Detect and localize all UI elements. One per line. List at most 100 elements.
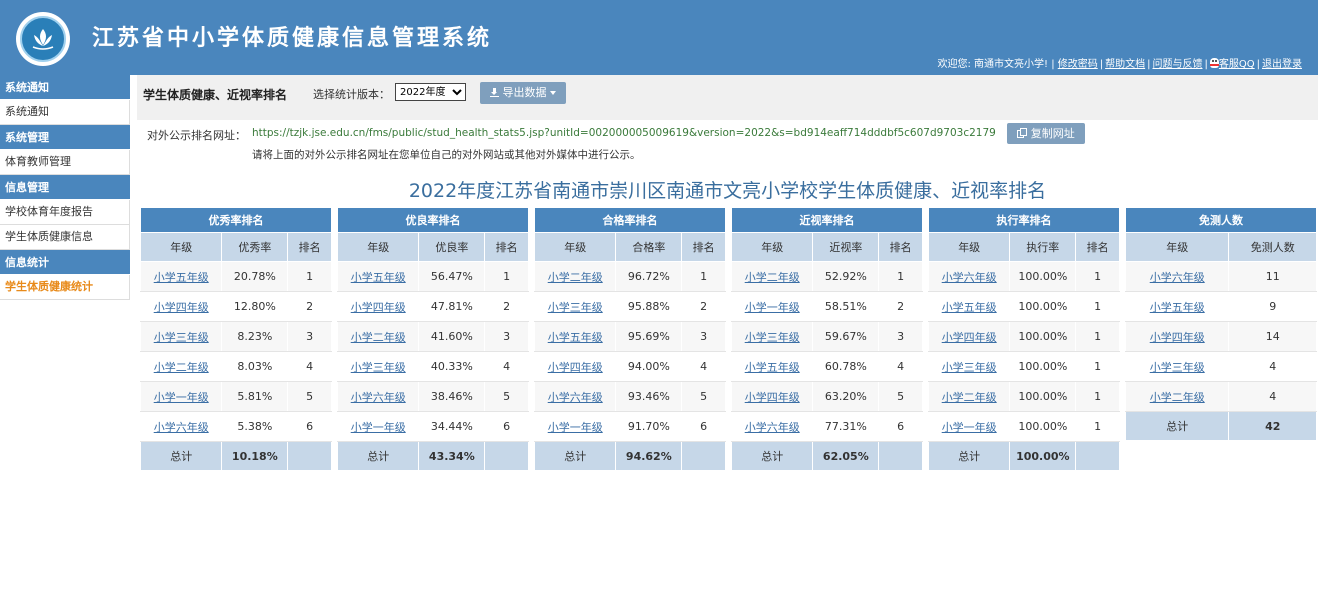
rank-value: 4 xyxy=(484,351,529,382)
count-value: 4 xyxy=(1228,381,1317,412)
rank-value: 4 xyxy=(878,351,923,382)
grade-link[interactable]: 小学四年级 xyxy=(533,351,617,382)
grade-link[interactable]: 小学五年级 xyxy=(1124,291,1230,322)
grade-link[interactable]: 小学二年级 xyxy=(1124,381,1230,412)
version-label: 选择统计版本： xyxy=(313,88,390,101)
report-title: 2022年度江苏省南通市崇川区南通市文亮小学校学生体质健康、近视率排名 xyxy=(408,180,1047,202)
sidebar-item-annual-report[interactable]: 学校体育年度报告 xyxy=(0,200,130,225)
grade-link[interactable]: 小学五年级 xyxy=(927,291,1011,322)
table-row: 小学二年级 96.72% 1 xyxy=(533,261,726,292)
rank-value: 6 xyxy=(878,411,923,442)
sidebar-item-notice[interactable]: 系统通知 xyxy=(0,100,130,125)
qq-service-link[interactable]: 客服QQ xyxy=(1219,59,1255,70)
sidebar-section-info[interactable]: 信息管理 xyxy=(0,175,130,200)
table-row: 小学二年级 4 xyxy=(1124,381,1317,412)
change-password-link[interactable]: 修改密码 xyxy=(1058,59,1098,70)
sidebar-item-pe-teachers[interactable]: 体育教师管理 xyxy=(0,150,130,175)
rank-value: 1 xyxy=(484,261,529,292)
total-rank xyxy=(484,441,529,471)
grade-link[interactable]: 小学三年级 xyxy=(927,351,1011,382)
table-row: 小学一年级 58.51% 2 xyxy=(730,291,923,322)
table-row: 小学六年级 38.46% 5 xyxy=(336,381,529,412)
grade-link[interactable]: 小学六年级 xyxy=(139,411,223,442)
table-row: 小学六年级 100.00% 1 xyxy=(927,261,1120,292)
rank-value: 6 xyxy=(681,411,726,442)
grade-link[interactable]: 小学二年级 xyxy=(336,321,420,352)
grade-link[interactable]: 小学六年级 xyxy=(1124,261,1230,292)
table-row: 小学六年级 11 xyxy=(1124,261,1317,292)
user-bar: 欢迎您: 南通市文亮小学! | 修改密码 | 帮助文档 | 问题与反馈 | 客服QQ | 退出登… xyxy=(937,58,1302,70)
logout-link[interactable]: 退出登录 xyxy=(1262,59,1302,70)
table-row: 小学三年级 4 xyxy=(1124,351,1317,382)
grade-link[interactable]: 小学一年级 xyxy=(139,381,223,412)
rank-value: 2 xyxy=(287,291,332,322)
total-value: 94.62% xyxy=(615,441,683,471)
sidebar-item-student-health[interactable]: 学生体质健康信息 xyxy=(0,225,130,250)
execution-rate-table: 执行率排名 年级 执行率 排名 小学六年级 100.00% 1 小学五年级 100.0… xyxy=(927,207,1120,471)
sidebar-item-health-stats[interactable]: 学生体质健康统计 xyxy=(0,275,130,300)
grade-link[interactable]: 小学一年级 xyxy=(336,411,420,442)
grade-link[interactable]: 小学四年级 xyxy=(139,291,223,322)
grade-link[interactable]: 小学四年级 xyxy=(927,321,1011,352)
grade-link[interactable]: 小学四年级 xyxy=(730,381,814,412)
column-header: 合格率 xyxy=(615,232,683,262)
rate-value: 100.00% xyxy=(1009,321,1077,352)
grade-link[interactable]: 小学五年级 xyxy=(533,321,617,352)
sidebar-section-notice[interactable]: 系统通知 xyxy=(0,75,130,100)
grade-link[interactable]: 小学六年级 xyxy=(336,381,420,412)
copy-url-button[interactable]: 复制网址 xyxy=(1007,123,1085,144)
export-data-button[interactable]: 导出数据 xyxy=(480,82,566,104)
grade-link[interactable]: 小学三年级 xyxy=(730,321,814,352)
rate-value: 94.00% xyxy=(615,351,683,382)
grade-link[interactable]: 小学一年级 xyxy=(927,411,1011,442)
public-url-text[interactable]: https://tzjk.jse.edu.cn/fms/public/stud_… xyxy=(252,127,996,139)
rate-value: 5.81% xyxy=(221,381,289,412)
rate-value: 20.78% xyxy=(221,261,289,292)
grade-link[interactable]: 小学四年级 xyxy=(1124,321,1230,352)
grade-link[interactable]: 小学二年级 xyxy=(533,261,617,292)
rank-value: 1 xyxy=(1075,351,1120,382)
copy-icon xyxy=(1017,128,1028,138)
rank-value: 6 xyxy=(287,411,332,442)
rank-value: 2 xyxy=(878,291,923,322)
version-select[interactable]: 2022年度 xyxy=(395,83,466,101)
grade-link[interactable]: 小学二年级 xyxy=(139,351,223,382)
grade-link[interactable]: 小学六年级 xyxy=(927,261,1011,292)
rank-value: 5 xyxy=(878,381,923,412)
total-row: 总计 10.18% xyxy=(139,441,332,471)
grade-link[interactable]: 小学五年级 xyxy=(730,351,814,382)
exempt-count-table: 免测人数 年级 免测人数 小学六年级 11 小学五年级 9 小学四年级 14 小学三年… xyxy=(1124,207,1317,441)
table-title: 执行率排名 xyxy=(928,207,1120,233)
grade-link[interactable]: 小学六年级 xyxy=(533,381,617,412)
column-header: 优秀率 xyxy=(221,232,289,262)
download-icon xyxy=(490,88,499,97)
total-value: 62.05% xyxy=(812,441,880,471)
grade-link[interactable]: 小学六年级 xyxy=(730,411,814,442)
grade-link[interactable]: 小学三年级 xyxy=(139,321,223,352)
toolbar: 学生体质健康、近视率排名 选择统计版本： 2022年度 导出数据 xyxy=(137,75,1318,120)
page-title: 学生体质健康、近视率排名 xyxy=(143,88,288,102)
grade-link[interactable]: 小学一年级 xyxy=(533,411,617,442)
grade-link[interactable]: 小学三年级 xyxy=(336,351,420,382)
table-row: 小学二年级 8.03% 4 xyxy=(139,351,332,382)
help-doc-link[interactable]: 帮助文档 xyxy=(1105,59,1145,70)
sidebar-section-stats[interactable]: 信息统计 xyxy=(0,250,130,275)
column-header: 年级 xyxy=(533,232,617,262)
rate-value: 5.38% xyxy=(221,411,289,442)
grade-link[interactable]: 小学五年级 xyxy=(139,261,223,292)
grade-link[interactable]: 小学三年级 xyxy=(533,291,617,322)
rank-value: 1 xyxy=(681,261,726,292)
column-header: 免测人数 xyxy=(1228,232,1317,262)
grade-link[interactable]: 小学四年级 xyxy=(336,291,420,322)
app-header: 江苏省中小学体质健康信息管理系统 欢迎您: 南通市文亮小学! | 修改密码 | 帮助… xyxy=(0,0,1318,75)
grade-link[interactable]: 小学二年级 xyxy=(730,261,814,292)
grade-link[interactable]: 小学五年级 xyxy=(336,261,420,292)
grade-link[interactable]: 小学一年级 xyxy=(730,291,814,322)
feedback-link[interactable]: 问题与反馈 xyxy=(1153,59,1203,70)
grade-link[interactable]: 小学三年级 xyxy=(1124,351,1230,382)
sidebar-section-system[interactable]: 系统管理 xyxy=(0,125,130,150)
column-header: 年级 xyxy=(730,232,814,262)
column-header: 年级 xyxy=(927,232,1011,262)
grade-link[interactable]: 小学二年级 xyxy=(927,381,1011,412)
rank-value: 3 xyxy=(484,321,529,352)
